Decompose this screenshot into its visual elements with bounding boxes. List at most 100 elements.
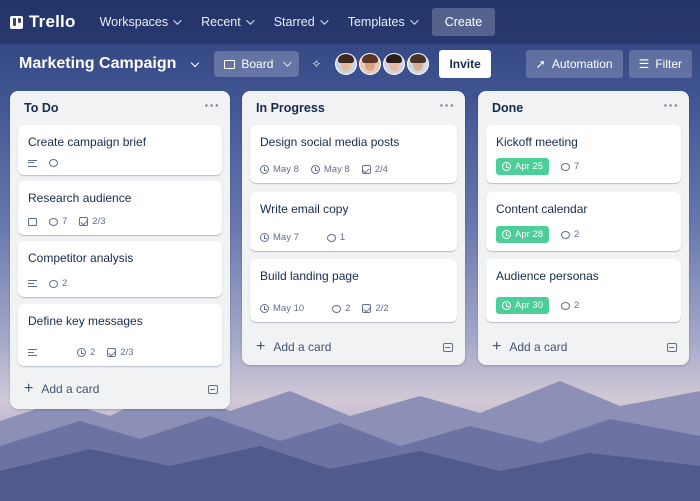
due-date: May 8 — [323, 164, 350, 175]
card[interactable]: Design social media posts May 8 May 8 2/… — [250, 125, 457, 183]
description-icon — [28, 159, 37, 167]
plus-icon: + — [256, 338, 266, 355]
card[interactable]: Content calendar Apr 28 2 — [486, 192, 681, 251]
checklist-count: 2/3 — [120, 347, 134, 358]
board-icon — [224, 59, 236, 69]
card-template-icon[interactable] — [208, 384, 218, 394]
add-card-button[interactable]: + Add a card — [492, 339, 677, 355]
star-icon[interactable]: ✧ — [311, 57, 321, 71]
card[interactable]: Research audience 7 2/3 — [18, 181, 222, 235]
board-view-label: Board — [241, 57, 274, 71]
card-title: Content calendar — [496, 202, 588, 216]
board-header: Marketing Campaign Board ✧ Invite ➚ Auto… — [0, 44, 700, 84]
automation-button[interactable]: ➚ Automation — [525, 50, 623, 78]
clock-icon — [260, 304, 269, 313]
due-date: May 10 — [273, 303, 305, 314]
board-view-button[interactable]: Board — [214, 51, 300, 77]
checklist-count: 2/4 — [374, 164, 388, 175]
nav-recent[interactable]: Recent — [193, 9, 260, 35]
due-date: Apr 25 — [515, 161, 543, 172]
card-template-icon[interactable] — [667, 342, 677, 352]
board-title[interactable]: Marketing Campaign — [19, 55, 176, 73]
card[interactable]: Define key messages 2 2/3 — [18, 304, 222, 366]
avatar[interactable] — [383, 53, 406, 75]
card-title: Audience personas — [496, 269, 599, 283]
due-date-complete-badge[interactable]: Apr 30 — [496, 297, 549, 314]
card-title: Kickoff meeting — [496, 135, 578, 149]
comment-count: 1 — [339, 232, 346, 243]
card[interactable]: Write email copy May 7 1 — [250, 192, 457, 251]
card-template-icon[interactable] — [443, 342, 453, 352]
checklist-icon — [79, 217, 89, 226]
list-title[interactable]: Done — [492, 101, 523, 115]
clock-icon — [502, 162, 511, 171]
chevron-down-icon — [319, 16, 329, 25]
chevron-down-icon — [409, 16, 419, 25]
comment-icon — [561, 162, 570, 171]
due-date-complete-badge[interactable]: Apr 28 — [496, 226, 549, 243]
more-icon[interactable]: ··· — [440, 97, 456, 113]
clock-icon — [310, 165, 320, 174]
due-date: Apr 28 — [515, 229, 543, 240]
chevron-down-icon — [173, 16, 182, 25]
add-card-label: Add a card — [41, 382, 100, 396]
trello-logo-icon — [10, 15, 23, 29]
comment-count: 2 — [574, 229, 580, 240]
filter-icon: ☰ — [638, 57, 650, 71]
chevron-down-icon[interactable] — [191, 58, 200, 67]
logo-text: Trello — [29, 12, 76, 31]
card[interactable]: Competitor analysis 2 — [18, 241, 222, 297]
create-button[interactable]: Create — [431, 8, 496, 36]
comment-count: 7 — [62, 216, 68, 227]
card[interactable]: Audience personas Apr 30 2 — [486, 259, 681, 322]
more-icon[interactable]: ··· — [205, 97, 221, 113]
plus-icon: + — [492, 338, 502, 355]
clock-icon — [502, 301, 511, 310]
more-icon[interactable]: ··· — [664, 97, 680, 113]
card-title: Research audience — [28, 191, 132, 205]
add-card-button[interactable]: + Add a card — [24, 381, 218, 397]
clock-icon — [77, 348, 86, 357]
list-done: Done ··· Kickoff meeting Apr 25 7 Conten… — [478, 91, 689, 365]
due-date-complete-badge[interactable]: Apr 25 — [496, 158, 549, 175]
due-date: May 7 — [273, 232, 299, 243]
plus-icon: + — [24, 380, 34, 397]
avatar[interactable] — [335, 53, 358, 75]
nav-workspaces[interactable]: Workspaces — [92, 9, 188, 35]
checklist-count: 2/2 — [375, 303, 389, 314]
avatar[interactable] — [359, 53, 382, 75]
comment-icon — [49, 279, 58, 288]
avatar[interactable] — [407, 53, 430, 75]
checklist-count: 2/3 — [92, 216, 106, 227]
comment-count: 2 — [62, 278, 68, 289]
comment-count: 2 — [90, 347, 96, 358]
list-title[interactable]: To Do — [24, 101, 58, 115]
comment-icon — [561, 230, 570, 239]
nav-templates[interactable]: Templates — [340, 9, 424, 35]
card[interactable]: Create campaign brief — [18, 125, 222, 175]
card-title: Write email copy — [260, 202, 349, 216]
list-title[interactable]: In Progress — [256, 101, 325, 115]
card-title: Create campaign brief — [28, 135, 147, 149]
card[interactable]: Kickoff meeting Apr 25 7 — [486, 125, 681, 183]
due-date: Apr 30 — [515, 300, 543, 311]
filter-button[interactable]: ☰ Filter — [628, 50, 692, 78]
checklist-icon — [362, 304, 372, 313]
chevron-down-icon — [283, 58, 293, 67]
top-nav: Trello Workspaces Recent Starred Templat… — [0, 0, 700, 44]
checklist-icon — [107, 348, 117, 357]
add-card-label: Add a card — [273, 340, 332, 354]
description-icon — [28, 349, 37, 356]
card-title: Competitor analysis — [28, 251, 134, 265]
card[interactable]: Build landing page May 10 2 2/2 — [250, 259, 457, 322]
nav-starred[interactable]: Starred — [266, 9, 334, 35]
nav-label: Starred — [273, 15, 315, 29]
filter-label: Filter — [655, 57, 682, 71]
add-card-button[interactable]: + Add a card — [256, 339, 453, 355]
card-title: Define key messages — [28, 314, 143, 328]
trello-logo[interactable]: Trello — [10, 12, 76, 32]
invite-button[interactable]: Invite — [439, 50, 491, 78]
clock-icon — [260, 233, 269, 242]
due-date: May 8 — [273, 164, 299, 175]
card-title: Design social media posts — [260, 135, 400, 149]
